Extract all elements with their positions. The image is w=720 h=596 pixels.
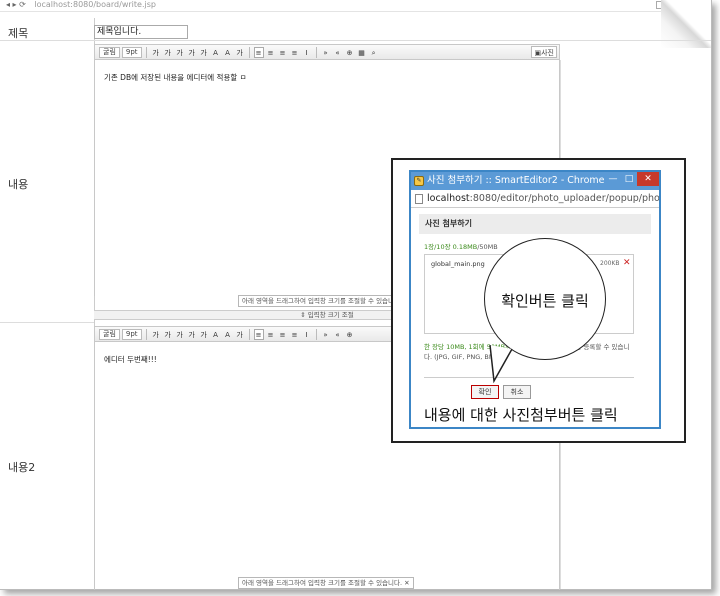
editor2-text: 에디터 두번째!!! <box>104 355 157 364</box>
superscript-icon[interactable]: A <box>223 47 233 58</box>
toolbar-separator <box>315 328 317 340</box>
align-right-icon[interactable]: ≡ <box>278 47 288 58</box>
align-justify-icon[interactable]: ≡ <box>290 329 300 340</box>
align-left-icon[interactable]: ≡ <box>253 46 264 58</box>
bold-icon[interactable]: 가 <box>151 47 161 58</box>
special-char-icon[interactable]: ⊕ <box>345 47 355 58</box>
indent-icon[interactable]: » <box>321 329 331 340</box>
remove-file-icon[interactable]: ✕ <box>623 258 631 268</box>
find-replace-icon[interactable]: ⌕ <box>369 47 379 58</box>
superscript-icon[interactable]: A <box>223 329 233 340</box>
toolbar-separator <box>248 328 250 340</box>
window-controls: — □ ✕ <box>605 172 659 186</box>
align-right-icon[interactable]: ≡ <box>278 329 288 340</box>
bg-color-icon[interactable]: A <box>211 47 221 58</box>
bubble-annotation: 확인버튼 클릭 <box>501 292 589 310</box>
align-justify-icon[interactable]: ≡ <box>290 47 300 58</box>
outdent-icon[interactable]: « <box>333 329 343 340</box>
italic-icon[interactable]: 가 <box>175 329 185 340</box>
editor1-resize-hint: 아래 영역을 드래그하여 입력창 크기를 조절할 수 있습니다. <box>238 295 407 307</box>
font-color-icon[interactable]: 가 <box>199 47 209 58</box>
align-left-icon[interactable]: ≡ <box>253 328 264 340</box>
callout-caption: 내용에 대한 사진첨부버튼 클릭 <box>424 406 618 424</box>
maximize-icon[interactable]: □ <box>621 172 637 186</box>
upload-count-files: 1장/10장 <box>424 243 451 251</box>
row-divider <box>0 322 94 323</box>
font-family-select[interactable]: 굴림 <box>99 46 120 58</box>
minimize-icon[interactable]: — <box>605 172 621 186</box>
upload-count-total: /50MB <box>477 243 498 251</box>
photo-attach-label: 사진 <box>541 49 554 57</box>
popup-divider <box>424 377 634 378</box>
editor2-resize-hint-text: 아래 영역을 드래그하여 입력창 크기를 조절할 수 있습니다. <box>242 579 403 587</box>
title-label: 제목 <box>8 27 29 40</box>
bold-icon[interactable]: 가 <box>151 329 161 340</box>
upload-count-size: 0.18MB <box>452 243 478 251</box>
row-divider <box>0 40 711 41</box>
popup-urlbar[interactable]: localhost:8080/editor/photo_uploader/pop… <box>411 190 659 208</box>
font-color-icon[interactable]: 가 <box>199 329 209 340</box>
align-center-icon[interactable]: ≡ <box>266 47 276 58</box>
indent-icon[interactable]: » <box>321 47 331 58</box>
bg-color-icon[interactable]: A <box>211 329 221 340</box>
toolbar-separator <box>248 46 250 58</box>
photo-attach-button[interactable]: ▣사진 <box>531 46 557 58</box>
content2-label: 내용2 <box>8 461 36 474</box>
file-name: global_main.png <box>431 260 485 268</box>
popup-title: 사진 첨부하기 :: SmartEditor2 - Chrome <box>427 175 605 186</box>
browser-top-strip: ◂ ▸ ⟳ localhost:8080/board/write.jsp <box>0 0 711 12</box>
close-icon[interactable]: ✕ <box>404 579 409 587</box>
subscript-icon[interactable]: 가 <box>235 47 245 58</box>
content-label: 내용 <box>8 178 29 191</box>
outdent-icon[interactable]: « <box>333 47 343 58</box>
editor2-resize-hint: 아래 영역을 드래그하여 입력창 크기를 조절할 수 있습니다. ✕ <box>238 577 414 589</box>
strikethrough-icon[interactable]: 가 <box>187 47 197 58</box>
popup-header: 사진 첨부하기 <box>419 214 651 234</box>
special-char-icon[interactable]: ⊕ <box>345 329 355 340</box>
editor1-toolbar: 굴림 9pt 가 가 가 가 가 A A 가 ≡ ≡ ≡ ≡ I » « ⊕ ▦… <box>94 44 560 60</box>
subscript-icon[interactable]: 가 <box>235 329 245 340</box>
cancel-button[interactable]: 취소 <box>503 385 531 399</box>
url-path: :8080/editor/photo_uploader/popup/photo <box>469 193 659 204</box>
close-icon[interactable]: ✕ <box>637 172 659 186</box>
page-icon <box>415 194 423 204</box>
toolbar-separator <box>145 46 147 58</box>
underline-icon[interactable]: 가 <box>163 47 173 58</box>
smarteditor-app-icon: ✎ <box>414 176 424 186</box>
browser-nav-icons[interactable]: ◂ ▸ ⟳ <box>6 0 26 9</box>
editor1-text: 기존 DB에 저장된 내용을 에디터에 적용할 ㅁ <box>104 73 247 82</box>
toolbar-separator <box>145 328 147 340</box>
italic-icon[interactable]: 가 <box>175 47 185 58</box>
line-height-icon[interactable]: I <box>302 329 312 340</box>
ok-button[interactable]: 확인 <box>471 385 499 399</box>
upload-count: 1장/10장 0.18MB/50MB <box>424 241 498 251</box>
font-family-select[interactable]: 굴림 <box>99 328 120 340</box>
font-size-select[interactable]: 9pt <box>121 46 142 58</box>
title-input[interactable]: 제목입니다. <box>94 25 188 39</box>
browser-url: localhost:8080/board/write.jsp <box>34 0 156 9</box>
underline-icon[interactable]: 가 <box>163 329 173 340</box>
line-height-icon[interactable]: I <box>302 47 312 58</box>
file-size: 200KB <box>600 260 620 267</box>
strikethrough-icon[interactable]: 가 <box>187 329 197 340</box>
popup-titlebar[interactable]: ✎ 사진 첨부하기 :: SmartEditor2 - Chrome — □ ✕ <box>411 172 659 190</box>
table-icon[interactable]: ▦ <box>357 47 367 58</box>
font-size-select[interactable]: 9pt <box>121 328 142 340</box>
editor2-toolbar: 굴림 9pt 가 가 가 가 가 A A 가 ≡ ≡ ≡ ≡ I » « ⊕ <box>94 326 392 342</box>
speech-bubble-tail <box>489 345 513 384</box>
align-center-icon[interactable]: ≡ <box>266 329 276 340</box>
url-host: localhost <box>427 193 470 204</box>
toolbar-separator <box>315 46 317 58</box>
